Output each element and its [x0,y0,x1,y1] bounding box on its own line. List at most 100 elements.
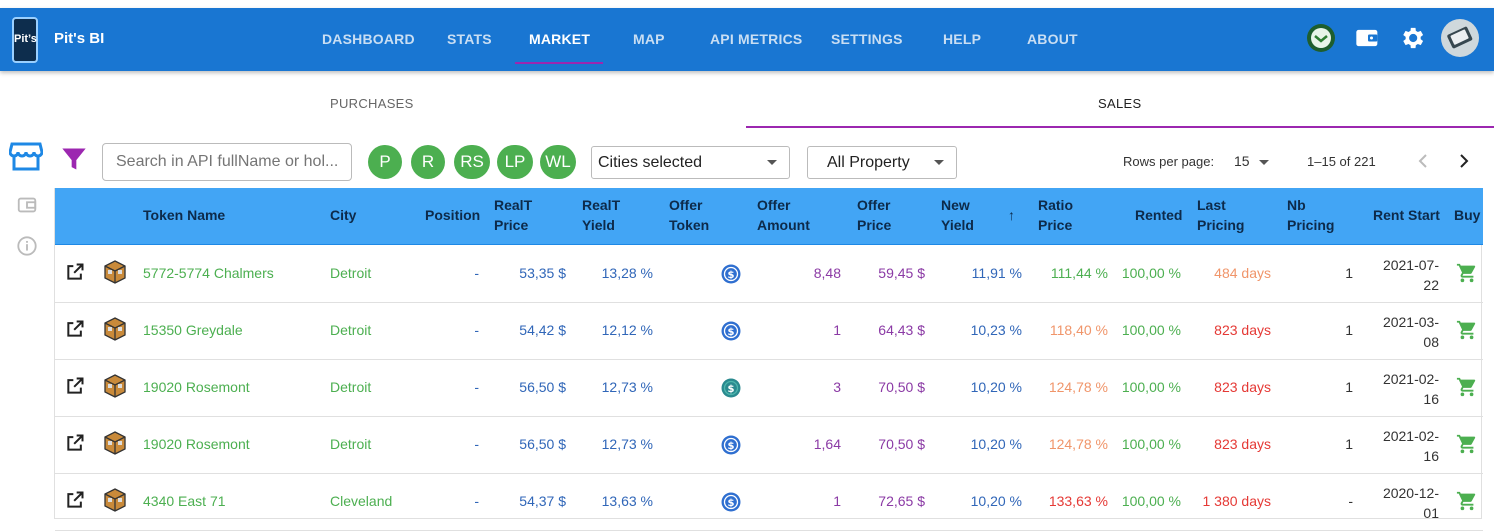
token-name-link[interactable]: 19020 Rosemont [143,379,250,395]
filter-icon[interactable] [60,145,88,178]
property-select[interactable]: All Property [807,146,957,179]
app-logo[interactable]: Pit’s [12,17,38,63]
nav-about[interactable]: ABOUT [1027,31,1078,47]
chevron-down-icon [767,160,777,165]
cart-icon[interactable] [1456,376,1478,401]
table-row[interactable]: 19020 Rosemont Detroit - 56,50 $ 12,73 % $1,6… [55,417,1483,474]
ratio-price-cell: 111,44 % [1050,265,1108,281]
offer-price-cell: 70,50 $ [878,379,925,395]
offer-price-cell: 59,45 $ [878,265,925,281]
table-row[interactable]: 4340 East 71 Cleveland - 54,37 $ 13,63 % $1 72… [55,474,1483,531]
table-row[interactable]: 5772-5774 Chalmers Detroit - 53,35 $ 13,28 %… [55,246,1483,303]
realt-price-cell: 54,42 $ [519,322,566,338]
gear-icon[interactable] [1397,23,1427,53]
new-yield-cell: 10,20 % [970,379,1022,395]
col-rented[interactable]: Rented [1135,205,1182,225]
sort-arrow-up-icon[interactable]: ↑ [1008,205,1015,225]
chip-wl[interactable]: WL [540,145,576,179]
store-icon[interactable] [8,140,44,177]
nav-active-indicator [515,62,603,64]
new-yield-cell: 10,20 % [970,493,1022,509]
col-realt-yield[interactable]: RealT Yield [582,195,620,235]
token-name-link[interactable]: 15350 Greydale [143,322,243,338]
realt-price-cell: 54,37 $ [519,493,566,509]
city-cell: Detroit [330,379,372,395]
nav-stats[interactable]: STATS [447,31,492,47]
chevron-down-icon [1259,159,1270,165]
nav-settings[interactable]: SETTINGS [831,31,903,47]
wallet-icon[interactable] [1353,23,1383,53]
external-link-icon[interactable] [65,433,85,456]
rent-start-cell: 2021-02- 16 [1382,428,1439,464]
new-yield-cell: 10,20 % [970,436,1022,452]
avatar[interactable] [1440,18,1480,58]
position-cell: - [474,322,479,338]
realt-yield-cell: 12,73 % [601,436,653,452]
tab-purchases[interactable]: PURCHASES [330,96,414,111]
chevron-left-icon[interactable] [1416,153,1432,174]
token-name-link[interactable]: 4340 East 71 [143,493,226,509]
col-buy[interactable]: Buy [1454,205,1480,225]
external-link-icon[interactable] [65,490,85,513]
col-offer-token[interactable]: Offer Token [669,195,709,235]
col-token-name[interactable]: Token Name [143,205,225,225]
nav-help[interactable]: HELP [943,31,981,47]
cart-icon[interactable] [1456,490,1478,515]
nb-pricing-cell: 1 [1345,379,1353,395]
cities-select[interactable]: Cities selected [591,146,790,179]
city-cell: Detroit [330,265,372,281]
external-link-icon[interactable] [65,376,85,399]
offer-amount-cell: 3 [833,379,841,395]
svg-text:$: $ [728,441,735,452]
col-realt-price[interactable]: RealT Price [494,195,532,235]
svg-text:$: $ [728,270,735,281]
tab-sales[interactable]: SALES [1098,96,1141,111]
cart-icon[interactable] [1456,433,1478,458]
chip-rs[interactable]: RS [454,145,490,179]
col-nb-pricing[interactable]: Nb Pricing [1287,195,1334,235]
cart-icon[interactable] [1456,262,1478,287]
city-cell: Cleveland [330,493,393,509]
chip-lp[interactable]: LP [497,145,533,179]
nav-dashboard[interactable]: DASHBOARD [322,31,415,47]
nav-map[interactable]: MAP [633,31,665,47]
col-rent-start[interactable]: Rent Start [1373,205,1440,225]
usdc-token-icon: $ [721,378,741,401]
token-name-link[interactable]: 19020 Rosemont [143,436,250,452]
app-brand[interactable]: Pit's BI [54,30,104,47]
col-city[interactable]: City [330,205,356,225]
col-offer-amount[interactable]: Offer Amount [757,195,810,235]
info-icon[interactable] [16,235,38,262]
nav-api-metrics[interactable]: API METRICS [710,31,802,47]
last-pricing-cell: 484 days [1214,265,1271,281]
nb-pricing-cell: 1 [1345,322,1353,338]
property-cube-icon [104,431,126,458]
external-link-icon[interactable] [65,319,85,342]
col-new-yield[interactable]: New Yield [941,195,974,235]
col-ratio-price[interactable]: Ratio Price [1038,195,1073,235]
external-link-icon[interactable] [65,262,85,285]
token-name-link[interactable]: 5772-5774 Chalmers [143,265,274,281]
chip-r[interactable]: R [411,145,445,179]
new-yield-cell: 11,91 % [971,265,1022,281]
rented-cell: 100,00 % [1121,265,1181,281]
cart-icon[interactable] [1456,319,1478,344]
wallet-token-icon[interactable] [1306,23,1336,53]
table-row[interactable]: 15350 Greydale Detroit - 54,42 $ 12,12 % $1 64… [55,303,1483,360]
col-last-pricing[interactable]: Last Pricing [1197,195,1244,235]
last-pricing-cell: 1 380 days [1202,493,1272,509]
realt-price-cell: 53,35 $ [519,265,566,281]
chevron-right-icon[interactable] [1456,153,1472,174]
rent-start-cell: 2021-03- 08 [1382,314,1439,350]
new-yield-cell: 10,23 % [970,322,1022,338]
ratio-price-cell: 118,40 % [1049,322,1108,338]
wallet-side-icon[interactable] [16,194,38,221]
table-row[interactable]: 19020 Rosemont Detroit - 56,50 $ 12,73 % $3 70… [55,360,1483,417]
col-offer-price[interactable]: Offer Price [857,195,891,235]
rows-per-page-select[interactable]: 15 [1234,153,1270,169]
col-position[interactable]: Position [425,205,480,225]
table-header: Token Name City Position RealT Price Real… [55,188,1483,245]
nav-market[interactable]: MARKET [529,31,590,47]
search-input[interactable] [102,143,352,181]
chip-p[interactable]: P [368,145,402,179]
